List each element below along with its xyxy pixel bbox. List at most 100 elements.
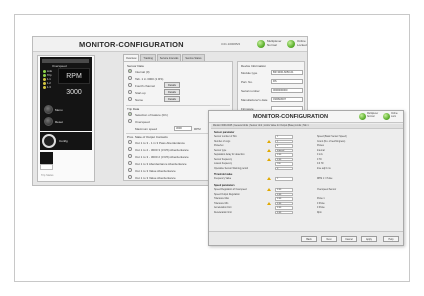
menu-knob-icon[interactable] [44,105,53,114]
max-speed-input[interactable]: 3000 [174,126,192,131]
param-row: Pulse/rev 6 Pulses [213,144,401,148]
sensor-option-label: Start-up [135,90,146,95]
param-input[interactable]: Internal [275,148,293,153]
sensor-radio[interactable] [128,76,132,80]
details-button[interactable]: Details [164,82,180,88]
param-input[interactable]: 0.00 [275,206,293,210]
param-label: Deceleration limit [214,211,232,214]
param-input[interactable]: 0.00 [275,192,293,197]
tab-overview[interactable]: Overview [123,54,140,61]
param-row: Tolerance Min 0.00 0 Pulse [213,201,401,206]
sensor-radio[interactable] [128,97,132,101]
param-label: Sensor number of ISA [214,136,237,138]
status-dot-icon [43,78,46,81]
reset-knob-icon[interactable] [44,117,53,126]
param-row: Number of cogs 1 Count (No. of teeth/ingre… [213,139,401,144]
relay-radio[interactable] [128,161,132,165]
tab-service-intervals[interactable]: Service Intervals [156,54,182,61]
version-label: 3.01.100065/2 [221,42,241,46]
param-desc: 0 Pulse [317,202,325,205]
param-input[interactable]: 0.00 [275,157,293,162]
param-input[interactable]: 1 [275,135,293,139]
trip-option-label: Selection of feature (0/1) [135,112,168,117]
apply-button[interactable]: Apply [361,236,377,242]
online-label: Online Locked [297,39,307,47]
param-input[interactable]: 0.00 [275,153,293,157]
sensor-radio[interactable] [128,83,132,87]
param-desc: 0 m/s [317,154,323,156]
sensor-option-label: Internal (0) [135,69,150,74]
param-input[interactable]: 0.00 [275,210,293,215]
relay-radio[interactable] [128,175,132,179]
warning-icon [267,177,271,180]
rpm-display: RPM 3000 [58,68,90,96]
relay-radio[interactable] [128,154,132,158]
param-input[interactable]: 1 [275,139,293,144]
param-row: Separation delay for detection 0.00 0 m/s [213,153,401,157]
param-input[interactable]: 0.00 [275,201,293,206]
param-input[interactable]: 0.00 [275,188,293,192]
trip-radio[interactable] [128,112,132,116]
param-label: Frequency Value [214,178,232,180]
help-button[interactable]: Help [383,236,399,242]
relay-radio[interactable] [128,147,132,151]
param-desc: Overspeed Sensor [317,189,337,191]
warning-icon [267,188,271,191]
dialog-footer: Back Next Cancel Apply Help [209,231,403,245]
sensor-radio[interactable] [128,69,132,73]
param-input[interactable]: 0.00 [275,197,293,201]
trip-section-title: Trip Data [127,107,140,111]
rotary-switch-icon[interactable] [42,134,56,148]
max-speed-label: Maximum speed [135,126,158,131]
window-header: MONITOR-CONFIGURATION Multiplexer Normal … [209,111,403,123]
device-strip [42,59,89,63]
param-input[interactable]: 1 [275,177,293,181]
details-button[interactable]: Details [164,96,180,102]
reset-knob-label: Reset [55,120,63,124]
group-title: Threshold value [214,173,233,176]
next-button[interactable]: Next [321,236,337,242]
info-value: 03/08/2007 [271,97,303,102]
param-label: Operative Sensor Warning period [214,167,249,170]
param-input[interactable]: 0 [275,166,293,171]
online-label: Online Lock [391,113,398,118]
param-row: Sensor type Internal Internal [213,148,401,153]
tab-tracking[interactable]: Tracking [140,54,156,61]
sensor-option-label: Name [135,97,144,102]
param-desc: Pulse 1 [317,198,325,200]
status-label: Multiplexer Normal [267,39,282,47]
param-desc: Rpm [317,211,322,214]
trip-option-label: Overspeed [135,119,150,124]
tab-service-status[interactable]: Service Status [182,54,205,61]
device-label-plate [40,164,53,170]
info-value: 0000000000 [271,88,303,93]
trip-radio[interactable] [128,119,132,123]
relay-radio[interactable] [128,168,132,172]
sensor-radio[interactable] [128,90,132,94]
details-button[interactable]: Details [164,89,180,95]
relay-option-label: Out 1 to 3 Value Aberdenlance [135,168,176,173]
breadcrumb: Monitor 3000-0045 | General Units | Sens… [211,124,403,129]
param-input[interactable]: 6 [275,144,293,148]
info-label: Part. No. [241,80,253,84]
device-panel: Overspeed RPM 3000 Link Trip 1.1 1.2 1.3… [37,55,95,182]
sensor-option-label: Tab. 1 in 3000 (1 RS) [135,76,164,81]
relay-option-label: Out 1 to 3 - 3000 2 (3 RS) Aberdenlance [135,154,189,159]
param-desc: 0 Hz [317,158,322,161]
back-button[interactable]: Back [301,236,317,242]
param-input[interactable]: 100 [275,162,293,166]
page-title: MONITOR-CONFIGURATION [79,40,184,49]
relay-radio[interactable] [128,140,132,144]
status-dot-icon [43,70,46,73]
param-desc: Count (No. of teeth/ingress) [317,140,346,143]
param-desc: Speed (Basic Sensor Speed) [317,136,347,138]
cancel-button[interactable]: Cancel [341,236,357,242]
relay-option-label: Out 1 to 2 - 3000 3 (3 RS) Aberdenlance [135,147,189,152]
param-row: Frequency Value 1 RPM 1 = Pulse [213,177,401,181]
param-label: Pulse/rev [214,145,224,147]
sensor-option-label: Fourth channel [135,83,156,88]
online-led-icon [287,40,295,48]
status-dot-icon [43,74,46,77]
device-config-area: Config [40,132,92,150]
group-title: Speed parameters [214,184,235,187]
